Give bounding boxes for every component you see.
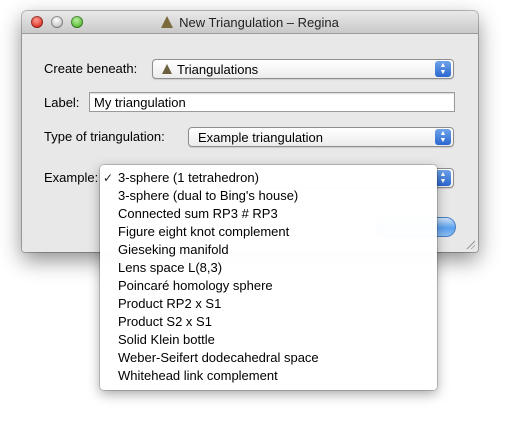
example-menu-item-label: Gieseking manifold [118,242,229,257]
type-of-triangulation-select[interactable]: Example triangulation ▲ ▼ [188,127,454,147]
label-field-frame [89,92,455,112]
example-menu-item[interactable]: Weber-Seifert dodecahedral space [100,349,437,367]
type-of-triangulation-value: Example triangulation [198,130,324,145]
create-beneath-value-wrap: Triangulations [162,62,258,77]
example-menu-item-label: Product RP2 x S1 [118,296,222,311]
example-dropdown-menu: ✓ 3-sphere (1 tetrahedron) 3-sphere (dual … [100,165,437,390]
triangulation-packet-icon [162,64,172,74]
create-beneath-select[interactable]: Triangulations ▲ ▼ [152,59,454,79]
example-menu-item[interactable]: Whitehead link complement [100,367,437,385]
window-title: New Triangulation – Regina [22,15,478,30]
example-menu-item-label: Figure eight knot complement [118,224,290,239]
resize-grip[interactable] [465,239,475,249]
example-menu-item[interactable]: 3-sphere (dual to Bing's house) [100,187,437,205]
create-beneath-value: Triangulations [177,62,259,77]
example-label: Example: [44,170,99,185]
example-menu-item[interactable]: Connected sum RP3 # RP3 [100,205,437,223]
example-menu-item[interactable]: Poincaré homology sphere [100,277,437,295]
example-menu-item[interactable]: Figure eight knot complement [100,223,437,241]
example-menu-item[interactable]: Gieseking manifold [100,241,437,259]
example-menu-item-label: Weber-Seifert dodecahedral space [118,350,319,365]
example-menu-item-label: 3-sphere (dual to Bing's house) [118,188,299,203]
window-title-text: New Triangulation – Regina [179,15,339,30]
type-of-triangulation-label: Type of triangulation: [44,129,165,144]
example-menu-item[interactable]: Lens space L(8,3) [100,259,437,277]
create-beneath-label: Create beneath: [44,61,138,76]
title-bar[interactable]: New Triangulation – Regina [22,11,478,34]
example-menu-item-label: Lens space L(8,3) [118,260,223,275]
example-menu-list: ✓ 3-sphere (1 tetrahedron) 3-sphere (dual … [100,169,437,385]
up-down-arrows-icon: ▲ ▼ [435,61,451,77]
checkmark-icon: ✓ [103,171,114,185]
up-down-arrows-icon: ▲ ▼ [435,170,451,186]
example-menu-item-label: Connected sum RP3 # RP3 [118,206,278,221]
example-menu-item-label: Product S2 x S1 [118,314,212,329]
example-menu-item-label: Whitehead link complement [118,368,278,383]
example-menu-item[interactable]: Solid Klein bottle [100,331,437,349]
label-label: Label: [44,95,80,110]
example-menu-item-label: 3-sphere (1 tetrahedron) [118,170,259,185]
up-down-arrows-icon: ▲ ▼ [435,129,451,145]
example-menu-item[interactable]: ✓ 3-sphere (1 tetrahedron) [100,169,437,187]
example-menu-item-label: Poincaré homology sphere [118,278,273,293]
regina-app-icon [161,16,174,28]
example-menu-item[interactable]: Product RP2 x S1 [100,295,437,313]
label-input[interactable] [90,93,454,111]
example-menu-item[interactable]: Product S2 x S1 [100,313,437,331]
example-menu-item-label: Solid Klein bottle [118,332,215,347]
